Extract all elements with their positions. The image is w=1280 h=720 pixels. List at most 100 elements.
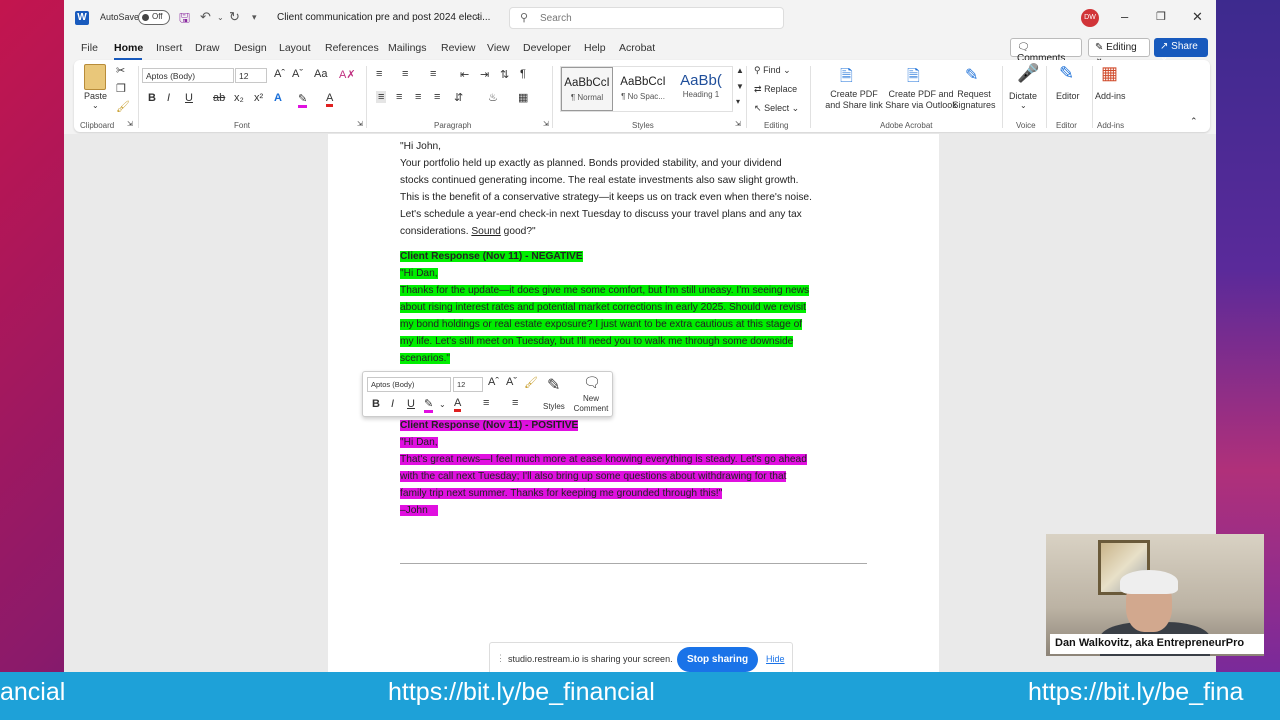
search-box[interactable]: ⚲ Search — [509, 7, 784, 29]
multilevel-list-icon[interactable]: ≡ — [430, 68, 436, 80]
share-button[interactable]: ↗ Share ⌄ — [1154, 38, 1208, 63]
select-button[interactable]: ↖ Select ⌄ — [754, 103, 799, 114]
addins-label[interactable]: Add-ins — [1095, 91, 1126, 101]
decrease-indent-icon[interactable]: ⇤ — [460, 68, 469, 81]
tab-acrobat[interactable]: Acrobat — [619, 42, 655, 54]
request-signatures-button[interactable]: Request Signatures — [948, 89, 1000, 111]
microphone-icon[interactable]: 🎤 — [1017, 63, 1039, 84]
document-title[interactable]: Client communication pre and post 2024 e… — [277, 12, 490, 23]
increase-indent-icon[interactable]: ⇥ — [480, 68, 489, 81]
align-left-icon[interactable]: ≡ — [376, 91, 387, 103]
mini-bold-icon[interactable]: B — [372, 398, 380, 410]
mini-bullets-icon[interactable]: ≡ — [483, 397, 489, 409]
mini-underline-icon[interactable]: U — [407, 398, 415, 410]
text-effects-icon[interactable]: A — [274, 92, 282, 104]
comments-button[interactable]: 🗨 Comments — [1010, 38, 1082, 64]
superscript-icon[interactable]: x² — [254, 92, 263, 104]
tab-view[interactable]: View — [487, 42, 510, 54]
numbering-icon[interactable]: ≡ — [402, 68, 408, 80]
dictate-label[interactable]: Dictate — [1009, 91, 1037, 101]
cut-icon[interactable]: ✂ — [116, 64, 125, 77]
redo-icon[interactable]: ↻ — [229, 9, 240, 25]
pdf-share-link-icon[interactable]: 🗎 — [840, 65, 853, 92]
styles-more-icon[interactable]: ▾ — [736, 97, 740, 106]
avatar[interactable]: DW — [1081, 9, 1099, 27]
editing-mode-button[interactable]: ✎ Editing ⌄ — [1088, 38, 1150, 64]
pdf-outlook-icon[interactable]: 🗎 — [907, 65, 920, 92]
clipboard-launcher-icon[interactable]: ⇲ — [127, 120, 133, 128]
request-signatures-icon[interactable]: ✎ — [965, 65, 978, 85]
collapse-ribbon-icon[interactable]: ⌃ — [1190, 116, 1198, 127]
sort-icon[interactable]: ⇅ — [500, 68, 509, 81]
font-launcher-icon[interactable]: ⇲ — [357, 120, 363, 128]
title-dropdown-icon[interactable]: ⌄ — [474, 11, 482, 22]
tab-help[interactable]: Help — [584, 42, 606, 54]
tab-mailings[interactable]: Mailings — [388, 42, 427, 54]
font-name-box[interactable]: Aptos (Body) — [142, 68, 234, 83]
bullets-icon[interactable]: ≡ — [376, 68, 382, 80]
show-formatting-icon[interactable]: ¶ — [520, 68, 526, 80]
paragraph-launcher-icon[interactable]: ⇲ — [543, 120, 549, 128]
stop-sharing-button[interactable]: Stop sharing — [677, 647, 758, 672]
clear-formatting-icon[interactable]: A✗ — [339, 68, 356, 81]
justify-icon[interactable]: ≡ — [434, 91, 440, 103]
dictate-dropdown-icon[interactable]: ⌄ — [1020, 101, 1027, 110]
advisor-message[interactable]: "Hi John, Your portfolio held up exactly… — [400, 138, 870, 240]
editor-label[interactable]: Editor — [1056, 91, 1080, 101]
mini-numbering-icon[interactable]: ≡ — [512, 397, 518, 409]
mini-highlight-icon[interactable]: ✎ — [424, 397, 434, 413]
mini-font-size-box[interactable]: 12 — [453, 377, 483, 392]
customize-toolbar-icon[interactable]: ▾ — [252, 12, 257, 23]
underline-icon[interactable]: U — [185, 92, 193, 104]
replace-button[interactable]: ⇄ Replace — [754, 84, 797, 95]
borders-icon[interactable]: ▦ — [518, 91, 528, 104]
new-comment-button[interactable]: New Comment — [573, 394, 609, 414]
italic-icon[interactable]: I — [167, 92, 170, 104]
undo-dropdown-icon[interactable]: ⌄ — [217, 13, 224, 22]
copy-icon[interactable]: ❐ — [116, 82, 126, 95]
mini-shrink-font-icon[interactable]: Aˇ — [506, 376, 517, 388]
font-color-icon[interactable]: A — [326, 92, 334, 107]
paste-dropdown-icon[interactable]: ⌄ — [92, 101, 99, 110]
mini-styles-icon[interactable]: ✎ — [547, 375, 560, 395]
bold-icon[interactable]: B — [148, 92, 156, 104]
change-case-icon[interactable]: Aa — [314, 68, 327, 80]
grow-font-icon[interactable]: Aˆ — [274, 68, 285, 80]
tab-design[interactable]: Design — [234, 42, 267, 54]
mini-font-color-icon[interactable]: A — [454, 397, 462, 412]
document-area[interactable]: "Hi John, Your portfolio held up exactly… — [64, 134, 1216, 672]
undo-icon[interactable]: ↶ — [200, 9, 211, 25]
hide-link[interactable]: Hide — [766, 654, 785, 664]
style-no-spacing[interactable]: AaBbCcI ¶ No Spac... — [615, 67, 671, 111]
mini-italic-icon[interactable]: I — [391, 398, 394, 410]
style-normal[interactable]: AaBbCcI ¶ Normal — [561, 67, 613, 111]
shading-icon[interactable]: ♨ — [488, 91, 498, 104]
negative-response[interactable]: Client Response (Nov 11) - NEGATIVE "Hi … — [400, 248, 870, 367]
tab-references[interactable]: References — [325, 42, 379, 54]
strikethrough-icon[interactable]: ab — [213, 92, 225, 104]
close-icon[interactable]: ✕ — [1192, 9, 1203, 25]
format-painter-icon[interactable]: 🖌 — [116, 100, 130, 113]
addins-icon[interactable]: ▦ — [1101, 63, 1118, 84]
subscript-icon[interactable]: x₂ — [234, 92, 244, 104]
new-comment-icon[interactable]: 🗨 — [583, 374, 601, 391]
drag-handle-icon[interactable]: ⋮ — [496, 653, 505, 664]
autosave-toggle[interactable]: Off — [138, 10, 170, 25]
ticker-text-center[interactable]: https://bit.ly/be_financial — [388, 678, 655, 707]
styles-scroll-down-icon[interactable]: ▼ — [736, 82, 744, 91]
find-button[interactable]: ⚲ Find ⌄ — [754, 65, 791, 76]
font-size-box[interactable]: 12 — [235, 68, 267, 83]
tab-draw[interactable]: Draw — [195, 42, 220, 54]
mini-format-painter-icon[interactable]: 🖌 — [524, 376, 538, 389]
align-center-icon[interactable]: ≡ — [396, 91, 402, 103]
style-heading-1[interactable]: AaBb( Heading 1 — [673, 67, 729, 111]
editor-icon[interactable]: ✎ — [1059, 63, 1074, 84]
restore-icon[interactable]: ❐ — [1156, 10, 1166, 23]
tab-insert[interactable]: Insert — [156, 42, 182, 54]
minimize-icon[interactable]: – — [1121, 9, 1128, 24]
paste-icon[interactable] — [84, 64, 106, 90]
mini-styles-label[interactable]: Styles — [543, 402, 565, 411]
mini-font-name-box[interactable]: Aptos (Body) — [367, 377, 451, 392]
tab-review[interactable]: Review — [441, 42, 475, 54]
tab-file[interactable]: File — [81, 42, 98, 54]
